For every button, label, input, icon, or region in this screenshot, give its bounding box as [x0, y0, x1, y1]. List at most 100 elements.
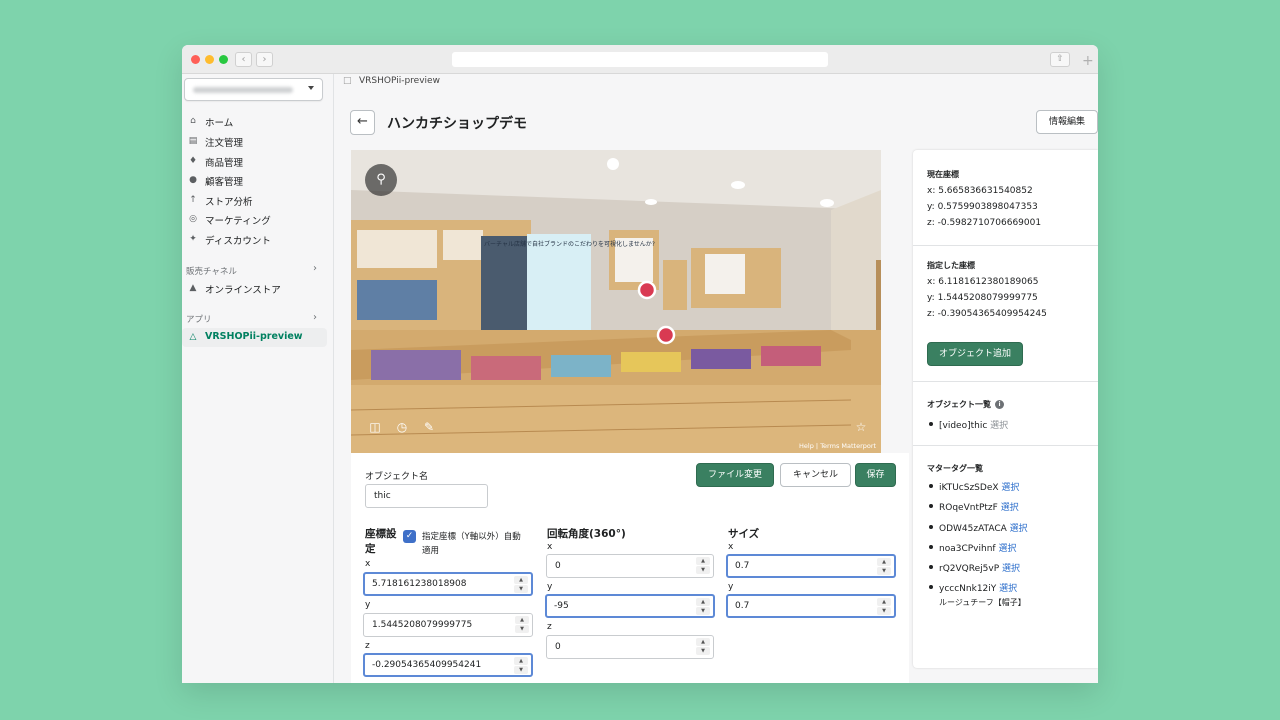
coord-y-input[interactable]: 1.5445208079999775 ▲ ▼ — [363, 613, 533, 637]
coordinates-panel: 現在座標 x: 5.665836631540852 y: 0.575990389… — [913, 150, 1098, 668]
rotation-z-input[interactable]: 0 ▲ ▼ — [546, 635, 714, 659]
chevron-right-icon[interactable]: › — [313, 263, 317, 274]
target-icon: ◎ — [189, 214, 197, 224]
specified-coords-heading: 指定した座標 — [927, 261, 975, 270]
file-change-button[interactable]: ファイル変更 — [696, 463, 774, 487]
terms-link[interactable]: Terms — [820, 442, 839, 450]
back-button[interactable]: ← — [350, 110, 375, 135]
stepper[interactable]: ▲ ▼ — [877, 558, 891, 576]
poster-text: バーチャル店舗で自社ブランドのこだわりを可視化しませんか? — [484, 240, 655, 248]
close-window-button[interactable] — [191, 55, 200, 64]
save-button[interactable]: 保存 — [855, 463, 896, 487]
sidebar-item-products[interactable]: ♦ 商品管理 — [182, 152, 334, 171]
stepper[interactable]: ▲ ▼ — [514, 657, 528, 675]
mattertag-list-item: ycccNnk12iY 選択 — [929, 581, 1017, 594]
search-icon[interactable]: ⚲ — [365, 164, 397, 196]
store-name-redacted — [193, 87, 293, 93]
stepper[interactable]: ▲ ▼ — [696, 557, 710, 575]
select-link[interactable]: 選択 — [1010, 524, 1028, 534]
apps-heading: アプリ — [186, 315, 212, 325]
stepper[interactable]: ▲ ▼ — [515, 616, 529, 634]
browser-back-button[interactable]: ‹ — [235, 52, 252, 67]
info-icon[interactable]: i — [995, 400, 1004, 409]
coords-heading: 座標設 — [365, 528, 397, 540]
sidebar-item-orders[interactable]: ▤ 注文管理 — [182, 132, 334, 151]
select-link[interactable]: 選択 — [999, 584, 1017, 594]
discount-icon: ✦ — [189, 234, 197, 244]
specified-y: y: 1.5445208079999775 — [927, 293, 1038, 303]
new-tab-icon[interactable]: + — [1082, 54, 1094, 68]
stepper[interactable]: ▲ ▼ — [877, 598, 891, 616]
orders-icon: ▤ — [188, 136, 198, 146]
rotation-y-input[interactable]: -95 ▲ ▼ — [545, 594, 715, 618]
add-object-button[interactable]: オブジェクト追加 — [927, 342, 1023, 366]
current-y: y: 0.5759903898047353 — [927, 202, 1038, 212]
size-heading: サイズ — [728, 528, 760, 540]
rotation-heading: 回転角度(360°) — [547, 528, 626, 540]
help-link[interactable]: Help — [799, 442, 814, 450]
rotation-x-input[interactable]: 0 ▲ ▼ — [546, 554, 714, 578]
rotation-z-label: z — [547, 622, 552, 632]
sales-channels-heading: 販売チャネル — [186, 267, 237, 277]
specified-x: x: 6.1181612380189065 — [927, 277, 1039, 287]
vr-icon[interactable]: ▣ — [880, 419, 881, 435]
select-link[interactable]: 選択 — [1002, 564, 1020, 574]
rotation-x-label: x — [547, 542, 553, 552]
current-z: z: -0.5982710706669001 — [927, 218, 1042, 228]
sidebar-item-home[interactable]: ⌂ ホーム — [182, 112, 334, 131]
sidebar-item-online-store[interactable]: ▲ オンラインストア — [182, 279, 334, 298]
browser-forward-button[interactable]: › — [256, 52, 273, 67]
select-link[interactable]: 選択 — [1001, 503, 1019, 513]
specified-z: z: -0.39054365409954245 — [927, 309, 1047, 319]
stepper[interactable]: ▲ ▼ — [696, 598, 710, 616]
object-edit-form: オブジェクト名 thic ファイル変更 キャンセル 保存 座標設 定 ✓ 指定座… — [351, 453, 909, 683]
object-name-input[interactable]: thic — [365, 484, 488, 508]
mattertag-list-heading: マタータグ一覧 — [927, 464, 983, 473]
maximize-window-button[interactable] — [219, 55, 228, 64]
edit-info-button[interactable]: 情報編集 — [1036, 110, 1098, 134]
select-link[interactable]: 選択 — [998, 544, 1016, 554]
tag-icon: ♦ — [188, 156, 198, 166]
size-y-input[interactable]: 0.7 ▲ ▼ — [726, 594, 896, 618]
chevron-right-icon[interactable]: › — [313, 312, 317, 323]
current-x: x: 5.665836631540852 — [927, 186, 1033, 196]
select-link[interactable]: 選択 — [990, 421, 1008, 431]
sidebar-item-vrshopii[interactable]: △ VRSHOPii-preview — [182, 328, 327, 347]
size-y-label: y — [728, 582, 734, 592]
coord-x-input[interactable]: 5.718161238018908 ▲ ▼ — [363, 572, 533, 596]
app-triangle-icon: △ — [189, 332, 197, 342]
mattertag-list-item: ROqeVntPtzF 選択 — [929, 500, 1019, 513]
select-link[interactable]: 選択 — [1001, 483, 1019, 493]
coords-heading-cont: 定 — [365, 543, 376, 555]
breadcrumb: □ VRSHOPii-preview — [343, 76, 440, 86]
sidebar-item-analytics[interactable]: ↑ ストア分析 — [182, 191, 334, 210]
current-coords-section: 現在座標 x: 5.665836631540852 y: 0.575990389… — [913, 150, 1098, 246]
floorplan-icon[interactable]: ◷ — [394, 419, 410, 435]
matterport-logo: Matterport — [841, 442, 877, 450]
stepper[interactable]: ▲ ▼ — [696, 638, 710, 656]
share-icon[interactable]: ⇧ — [1050, 52, 1070, 67]
main-content: □ VRSHOPii-preview ← ハンカチショップデモ 情報編集 バーチ… — [335, 74, 1098, 683]
address-bar[interactable] — [452, 52, 828, 67]
share-icon[interactable]: ☆ — [853, 419, 869, 435]
person-icon: ● — [189, 175, 197, 185]
viewer-footer: Help | Terms Matterport — [799, 442, 877, 450]
chevron-down-icon — [308, 86, 314, 90]
sidebar-item-marketing[interactable]: ◎ マーケティング — [182, 210, 334, 229]
stepper[interactable]: ▲ ▼ — [514, 576, 528, 594]
store-selector[interactable] — [184, 78, 323, 101]
auto-apply-checkbox[interactable]: ✓ — [403, 530, 416, 543]
mattertag-list-section: マタータグ一覧 iKTUcSzSDeX 選択 ROqeVntPtzF 選択 OD… — [913, 446, 1098, 626]
object-list-heading: オブジェクト一覧 i — [927, 399, 1004, 410]
auto-apply-label-cont: 適用 — [422, 546, 440, 556]
matterport-viewer[interactable]: バーチャル店舗で自社ブランドのこだわりを可視化しませんか? ⚲ ◫ ◷ ✎ ☆ … — [351, 150, 881, 453]
store-icon: ▲ — [189, 283, 197, 293]
sidebar-item-customers[interactable]: ● 顧客管理 — [182, 171, 334, 190]
measure-icon[interactable]: ✎ — [421, 419, 437, 435]
sidebar-item-discounts[interactable]: ✦ ディスカウント — [182, 230, 334, 249]
coord-z-input[interactable]: -0.29054365409954241 ▲ ▼ — [363, 653, 533, 677]
dollhouse-icon[interactable]: ◫ — [367, 419, 383, 435]
cancel-button[interactable]: キャンセル — [780, 463, 851, 487]
minimize-window-button[interactable] — [205, 55, 214, 64]
size-x-input[interactable]: 0.7 ▲ ▼ — [726, 554, 896, 578]
